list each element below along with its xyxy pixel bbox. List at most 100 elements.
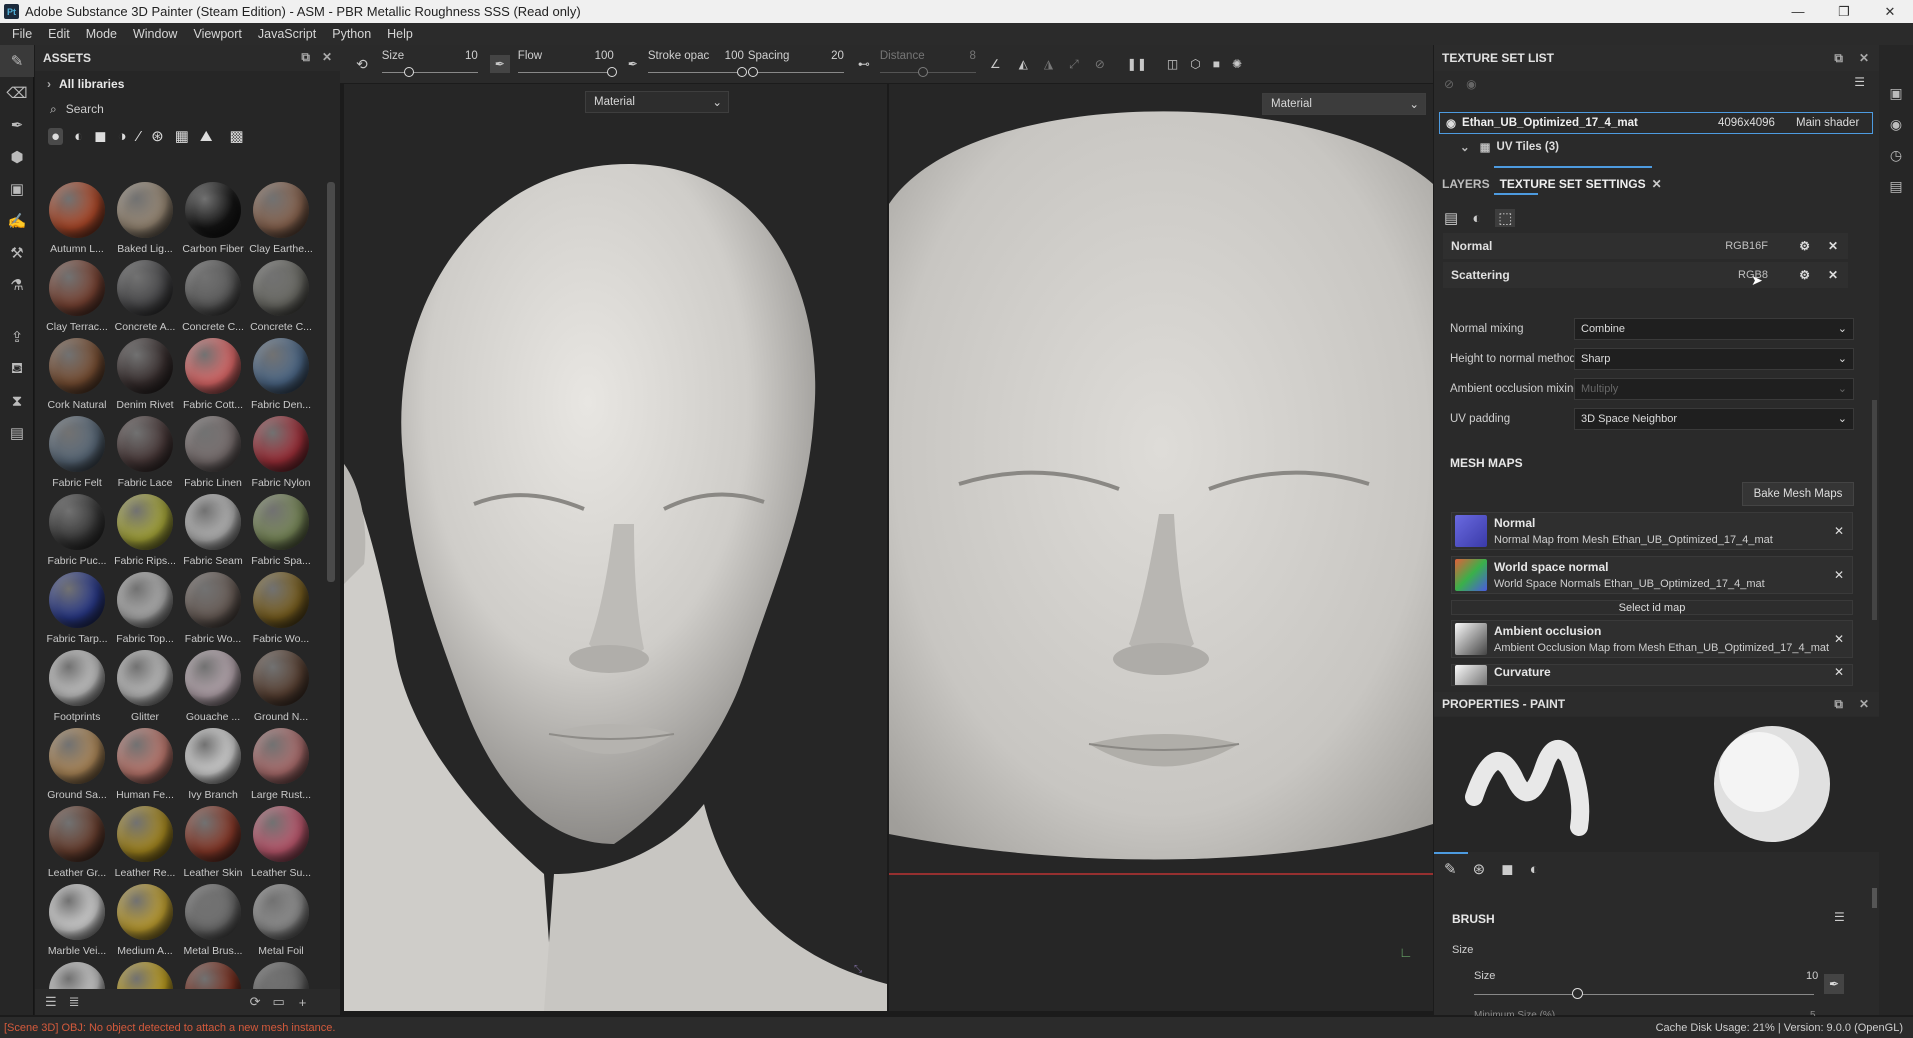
asset-item[interactable]: Cork Natural — [43, 336, 111, 414]
asset-item[interactable]: Baked Lig... — [111, 180, 179, 258]
tab-texture-set-settings[interactable]: TEXTURE SET SETTINGS — [1500, 177, 1646, 191]
mirror-icon[interactable]: ◭ — [1019, 57, 1028, 71]
channel-row-normal[interactable]: Normal RGB16F ⚙ ✕ — [1443, 233, 1848, 259]
search-input[interactable]: Search — [66, 102, 104, 116]
remove-map-icon[interactable]: ✕ — [1834, 632, 1844, 646]
alpha-tab-icon[interactable]: ⊛ — [1473, 860, 1486, 878]
spacing-slider[interactable]: Spacing 20 — [747, 45, 848, 83]
assets-scrollbar[interactable] — [327, 182, 335, 582]
asset-item[interactable]: Carbon Fiber — [179, 180, 247, 258]
uv-tiles-row[interactable]: ⌄ ▦ UV Tiles (3) — [1460, 137, 1559, 157]
menu-mode[interactable]: Mode — [78, 27, 125, 41]
close-window-button[interactable]: ✕ — [1867, 0, 1913, 23]
close-panel-icon[interactable]: ✕ — [1859, 697, 1869, 712]
asset-item[interactable] — [247, 960, 315, 990]
hide-icon[interactable]: ⊘ — [1095, 57, 1105, 71]
library-selector[interactable]: › All libraries — [35, 71, 340, 97]
remove-map-icon[interactable]: ✕ — [1834, 665, 1844, 679]
asset-item[interactable]: Fabric Wo... — [247, 570, 315, 648]
close-tab-icon[interactable]: ✕ — [1652, 177, 1662, 191]
asset-item[interactable]: Fabric Spa... — [247, 492, 315, 570]
asset-item[interactable]: Fabric Felt — [43, 414, 111, 492]
gear-icon[interactable]: ⚙ — [1799, 239, 1810, 253]
filter-brushes-icon[interactable]: ⁄ — [138, 128, 141, 145]
asset-item[interactable]: Fabric Cott... — [179, 336, 247, 414]
asset-item[interactable]: Fabric Den... — [247, 336, 315, 414]
filter-environments-icon[interactable]: ⛰ — [200, 128, 213, 145]
texture-set-shader[interactable]: Main shader — [1796, 117, 1859, 129]
remove-map-icon[interactable]: ✕ — [1834, 568, 1844, 582]
camera-view-icon[interactable]: ■ — [1213, 57, 1220, 71]
mirror-alt-icon[interactable]: ◮ — [1044, 57, 1053, 71]
add-asset-icon[interactable]: + — [299, 995, 307, 1010]
pen-pressure-icon[interactable]: ✒ — [489, 55, 510, 73]
visibility-eye-icon[interactable]: ◉ — [1446, 116, 1456, 130]
close-panel-icon[interactable]: ✕ — [322, 50, 332, 65]
size-value[interactable]: 10 — [1806, 970, 1818, 982]
properties-scrollbar[interactable] — [1872, 888, 1877, 908]
asset-item[interactable]: Fabric Lace — [111, 414, 179, 492]
folder-icon[interactable]: ▭ — [272, 994, 284, 1010]
projection-tool-icon[interactable]: ✒ — [0, 109, 34, 141]
minimize-button[interactable]: — — [1775, 0, 1821, 23]
bake-icon[interactable]: ⇪ — [0, 321, 34, 353]
asset-item[interactable]: Fabric Top... — [111, 570, 179, 648]
remove-map-icon[interactable]: ✕ — [1834, 524, 1844, 538]
split-view-icon[interactable]: ◫ — [1167, 57, 1178, 71]
polygon-fill-icon[interactable]: ▣ — [0, 173, 34, 205]
filter-alphas-icon[interactable]: ⊛ — [151, 127, 164, 145]
asset-item[interactable]: Ivy Branch — [179, 726, 247, 804]
angle-icon[interactable]: ∠ — [990, 57, 1001, 71]
asset-item[interactable]: Leather Skin — [179, 804, 247, 882]
distance-slider[interactable]: Distance 8 — [879, 45, 980, 83]
mesh-map-normal[interactable]: Normal Normal Map from Mesh Ethan_UB_Opti… — [1451, 512, 1853, 550]
viewport-2d[interactable]: Material ⌄ ∟ — [889, 84, 1433, 1011]
paint-brush-tool-icon[interactable]: ✎ — [0, 45, 34, 77]
asset-item[interactable]: Leather Gr... — [43, 804, 111, 882]
filter-masks-icon[interactable]: ◼ — [94, 127, 106, 145]
menu-edit[interactable]: Edit — [40, 27, 78, 41]
stroke-opacity-slider[interactable]: Stroke opac 100 — [647, 45, 748, 83]
geometry-fill-tool-icon[interactable]: ⬢ — [0, 141, 34, 173]
filter-textures-icon[interactable]: ◑ — [118, 128, 127, 145]
display-settings-icon[interactable]: ◉ — [1890, 116, 1902, 133]
remove-channel-icon[interactable]: ✕ — [1828, 239, 1838, 253]
mesh-map-ambient-occlusion[interactable]: Ambient occlusion Ambient Occlusion Map f… — [1451, 620, 1853, 658]
measure-icon[interactable]: ⧗ — [0, 385, 34, 417]
uv-padding-dropdown[interactable]: 3D Space Neighbor ⌄ — [1574, 408, 1854, 430]
display-mode-icon[interactable]: ⬡ — [1190, 57, 1200, 71]
clone-tool-icon[interactable]: ⚒ — [0, 237, 34, 269]
filter-smart-materials-icon[interactable]: ◐ — [74, 128, 83, 145]
size-slider[interactable]: Size 10 — [381, 45, 482, 83]
viewer-settings-icon[interactable]: ▣ — [1889, 85, 1902, 102]
color-picker-icon[interactable]: ⚗ — [0, 269, 34, 301]
material-tab-icon[interactable]: ◐ — [1472, 210, 1481, 227]
asset-item[interactable]: Leather Su... — [247, 804, 315, 882]
mesh-map-curvature[interactable]: Curvature ✕ — [1451, 664, 1853, 686]
close-panel-icon[interactable]: ✕ — [1859, 51, 1869, 66]
tss-scrollbar[interactable] — [1872, 400, 1877, 620]
asset-item[interactable]: Clay Earthe... — [247, 180, 315, 258]
asset-item[interactable]: Fabric Seam — [179, 492, 247, 570]
asset-search[interactable]: ⌕ Search — [35, 97, 340, 121]
asset-item[interactable]: Concrete C... — [247, 258, 315, 336]
flow-pressure-icon[interactable]: ✒ — [628, 57, 638, 71]
brush-menu-icon[interactable]: ☰ — [1834, 910, 1845, 924]
flow-slider[interactable]: Flow 100 — [517, 45, 618, 83]
asset-item[interactable]: Fabric Puc... — [43, 492, 111, 570]
texture-set-row[interactable]: ◉ Ethan_UB_Optimized_17_4_mat 4096x4096 … — [1439, 112, 1873, 134]
mesh-tab-icon[interactable]: ⬚ — [1495, 209, 1516, 227]
bake-mesh-maps-button[interactable]: Bake Mesh Maps — [1742, 482, 1854, 506]
list-view-icon[interactable]: ☰ — [45, 994, 57, 1010]
asset-item[interactable]: Fabric Rips... — [111, 492, 179, 570]
asset-item[interactable]: Denim Rivet — [111, 336, 179, 414]
view-grid-icon[interactable]: ▩ — [230, 127, 244, 145]
filter-grid-icon[interactable]: ▦ — [175, 127, 189, 145]
history-icon[interactable]: ◷ — [1890, 147, 1902, 164]
channels-tab-icon[interactable]: ▤ — [1444, 209, 1458, 227]
asset-item[interactable]: Clay Terrac... — [43, 258, 111, 336]
asset-item[interactable]: Leather Re... — [111, 804, 179, 882]
annotation-icon[interactable]: ⛾ — [0, 353, 34, 385]
float-panel-icon[interactable]: ⧉ — [1834, 697, 1843, 712]
axis-icon[interactable]: ⤢ — [1069, 57, 1079, 72]
